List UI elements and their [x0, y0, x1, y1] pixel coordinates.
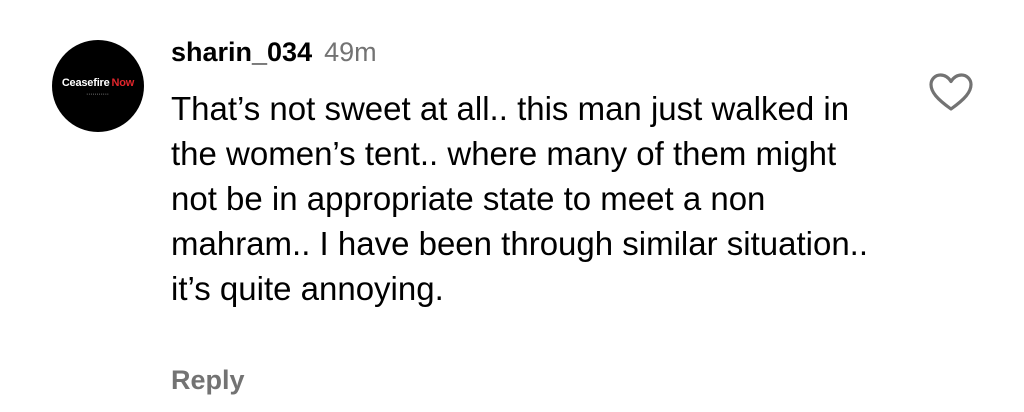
comment: Ceasefire Now ▪▪▪▪▪▪▪▪▪▪▪ sharin_034 49m T…: [0, 0, 1024, 412]
comment-header: sharin_034 49m: [171, 32, 377, 72]
heart-outline-icon: [929, 73, 973, 111]
comment-text: That’s not sweet at all.. this man just …: [171, 90, 869, 307]
avatar-logo-word-ceasefire: Ceasefire: [61, 77, 110, 89]
like-button[interactable]: [928, 72, 974, 112]
reply-button[interactable]: Reply: [171, 362, 245, 398]
timestamp: 49m: [324, 37, 377, 67]
avatar[interactable]: Ceasefire Now ▪▪▪▪▪▪▪▪▪▪▪: [52, 40, 144, 132]
username[interactable]: sharin_034: [171, 37, 312, 67]
avatar-logo-subtext: ▪▪▪▪▪▪▪▪▪▪▪: [86, 92, 110, 96]
avatar-logo-text: Ceasefire Now: [52, 77, 144, 89]
avatar-logo-word-now: Now: [111, 77, 135, 89]
